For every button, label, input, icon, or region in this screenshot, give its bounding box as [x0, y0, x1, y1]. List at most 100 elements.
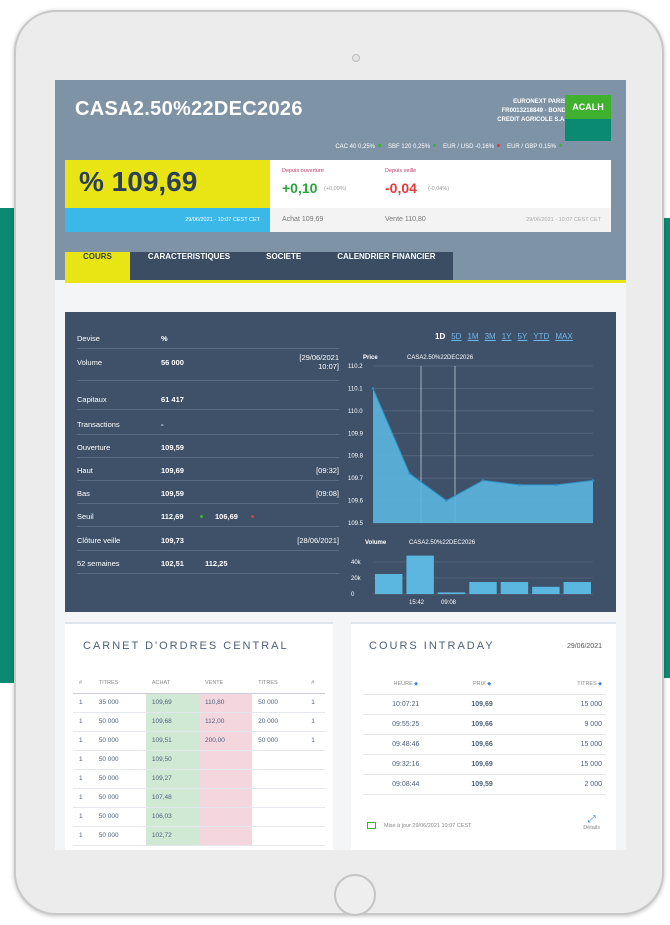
screen: CASA2.50%22DEC2026 EURONEXT PARIS FR0013… [55, 80, 626, 850]
table-cell: 15 000 [515, 734, 606, 755]
detail-date: [29/06/2021 [299, 353, 339, 362]
range-ytd[interactable]: YTD [533, 332, 549, 341]
intraday-title: COURS INTRADAY [369, 640, 495, 652]
table-cell: 09:08:44 [363, 774, 449, 795]
table-cell [305, 826, 325, 846]
up-dot-icon [433, 144, 437, 147]
volume-bar [532, 586, 560, 594]
volume-tick-label: 40k [351, 560, 362, 566]
price-timestamp: 29/06/2021 - 10:07 CEST CET [65, 208, 270, 232]
table-cell [252, 807, 306, 827]
table-cell: 1 [73, 826, 93, 846]
price-point [481, 479, 485, 482]
ticker-badge-lower [565, 119, 611, 141]
table-cell: 2 000 [515, 774, 606, 795]
tab-societe[interactable]: SOCIETE [248, 252, 319, 280]
ask-price: Vente 110,80 [385, 216, 426, 223]
order-book-panel: CARNET D'ORDRES CENTRAL # TITRES ACHAT VENT… [65, 622, 333, 850]
column-header-label: PRIX [473, 680, 486, 687]
price-point [518, 483, 521, 487]
since-open-label: Depuis ouverture [282, 168, 324, 174]
volume-tick-label: 0 [351, 592, 355, 598]
volume-series-label: CASA2.50%22DEC2026 [409, 540, 476, 546]
range-1y[interactable]: 1Y [502, 332, 512, 341]
table-cell [305, 750, 325, 770]
detail-row: Transactions - [77, 413, 339, 435]
tab-calendrier[interactable]: CALENDRIER FINANCIER [319, 252, 453, 280]
intraday-table: HEURE ◆ PRIX ◆ TITRES ◆ 10:07:21 109,69 15 00… [363, 674, 606, 795]
table-cell [198, 769, 253, 789]
table-cell: 09:32:16 [363, 754, 449, 775]
column-header[interactable]: TITRES ◆ [515, 674, 606, 695]
range-3m[interactable]: 3M [485, 332, 496, 341]
table-cell: 109,69 [448, 754, 516, 775]
table-cell: 1 [73, 769, 93, 789]
tab-cours[interactable]: COURS [65, 252, 130, 280]
isin-code: FR0013218849 - BOND [501, 108, 566, 114]
detail-key: Clôture veille [77, 536, 121, 545]
column-header-label: TITRES [577, 680, 597, 687]
table-row: 09:32:16 109,69 15 000 [363, 754, 606, 775]
table-cell: 109,50 [145, 750, 199, 770]
range-5y[interactable]: 5Y [518, 332, 528, 341]
y-tick-label: 109.5 [348, 521, 364, 527]
price-point [555, 483, 558, 487]
detail-value: 109,69 [161, 466, 184, 475]
x-tick-label: 15:42 [409, 600, 425, 606]
index-item: EUR / GBP 0,15% [507, 144, 556, 150]
table-cell: 1 [305, 693, 325, 713]
range-1d[interactable]: 1D [435, 332, 445, 341]
table-row: 09:55:25 109,66 9 000 [363, 714, 606, 735]
table-cell [198, 788, 253, 808]
table-cell: 1 [305, 731, 325, 751]
table-cell: 1 [73, 807, 93, 827]
detail-value: 109,59 [161, 443, 184, 452]
table-row: 1 50 000 109,68 112,00 20 000 1 [73, 712, 325, 732]
table-cell [198, 826, 253, 846]
column-header[interactable]: PRIX ◆ [448, 674, 516, 695]
detail-date: [28/06/2021] [297, 536, 339, 545]
range-1m[interactable]: 1M [467, 332, 478, 341]
price-point [408, 472, 411, 475]
detail-key: Volume [77, 358, 103, 367]
details-link[interactable]: ⤢ Détails [583, 814, 600, 831]
table-cell [305, 769, 325, 789]
table-cell [252, 750, 306, 770]
volume-bar [563, 582, 591, 594]
exchange-name: EURONEXT PARIS [513, 99, 566, 105]
home-button[interactable] [334, 874, 376, 916]
column-header: ACHAT [145, 674, 199, 694]
refresh-icon[interactable] [367, 822, 376, 829]
range-max[interactable]: MAX [555, 332, 572, 341]
volume-tick-label: 20k [351, 576, 362, 582]
since-prev-pct: (-0,04%) [428, 186, 450, 192]
y-tick-label: 109.9 [348, 431, 364, 437]
table-row: 1 35 000 109,69 110,80 50 000 1 [73, 693, 325, 713]
column-header: # [305, 674, 325, 694]
detail-row: Bas 109,59 [09:08] [77, 482, 339, 504]
up-dot-icon [200, 515, 203, 518]
price-point [591, 479, 595, 482]
table-row: 1 50 000 106,03 [73, 807, 325, 827]
index-item: CAC 40 0,25% [335, 144, 376, 150]
y-tick-label: 110.0 [348, 409, 363, 415]
table-cell: 50 000 [92, 769, 146, 789]
table-cell [198, 750, 253, 770]
table-cell: 15 000 [515, 694, 606, 715]
table-cell: 09:55:25 [363, 714, 449, 735]
table-cell: 109,66 [448, 714, 516, 735]
sort-icon: ◆ [485, 680, 492, 687]
table-row: 1 50 000 107,48 [73, 788, 325, 808]
column-header[interactable]: HEURE ◆ [363, 674, 449, 695]
table-cell [305, 807, 325, 827]
detail-value-2: 106,69 [215, 512, 238, 521]
detail-value: 102,51 [161, 559, 184, 568]
detail-key: Seuil [77, 512, 94, 521]
table-cell: 10:07:21 [363, 694, 449, 715]
range-5d[interactable]: 5D [451, 332, 461, 341]
since-prev-value: -0,04 [385, 180, 417, 196]
tab-caracteristiques[interactable]: CARACTERISTIQUES [130, 252, 248, 280]
detail-row: Ouverture 109,59 [77, 436, 339, 458]
update-note: Mise à jour 29/06/2021 10:07 CEST [367, 822, 471, 829]
detail-value-2: 112,25 [205, 559, 228, 568]
